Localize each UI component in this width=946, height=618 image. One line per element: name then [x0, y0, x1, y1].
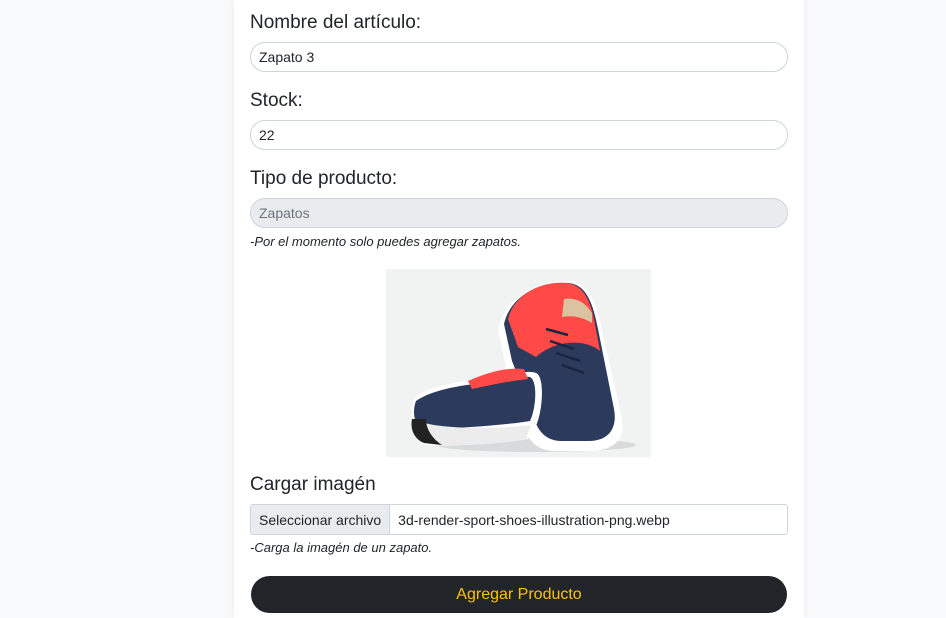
name-input[interactable]	[250, 42, 788, 72]
sneaker-image	[411, 280, 636, 452]
choose-file-button[interactable]: Seleccionar archivo	[251, 505, 391, 534]
file-input[interactable]: Seleccionar archivo 3d-render-sport-shoe…	[250, 504, 788, 535]
add-product-button[interactable]: Agregar Producto	[251, 576, 787, 613]
product-image-preview	[386, 269, 651, 457]
type-hint: -Por el momento solo puedes agregar zapa…	[250, 234, 521, 249]
selected-file-name: 3d-render-sport-shoes-illustration-png.w…	[398, 511, 670, 528]
stock-input[interactable]	[250, 120, 788, 150]
stock-label: Stock:	[250, 90, 303, 111]
image-hint: -Carga la imagén de un zapato.	[250, 540, 433, 555]
name-label: Nombre del artículo:	[250, 12, 422, 33]
type-input	[250, 198, 788, 228]
type-label: Tipo de producto:	[250, 168, 398, 189]
image-label: Cargar imagén	[250, 474, 376, 495]
page: Nombre del artículo: Stock: Tipo de prod…	[0, 0, 946, 618]
